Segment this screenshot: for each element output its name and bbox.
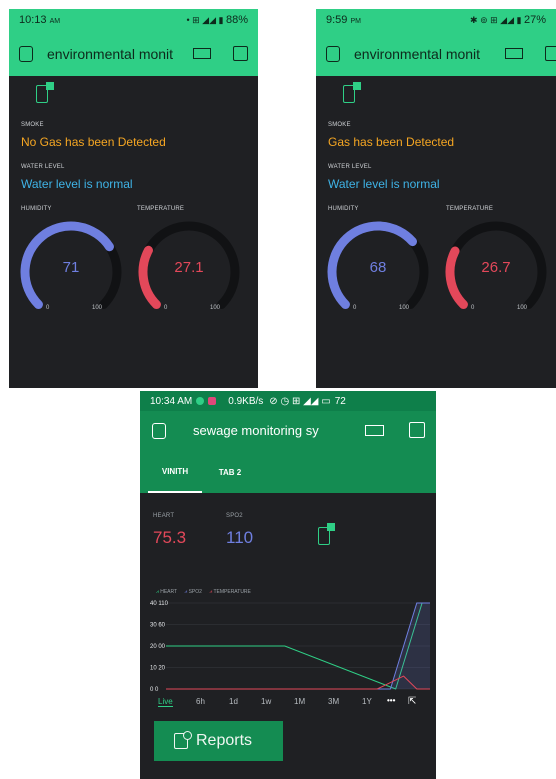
app-title: environmental monit [354, 45, 481, 62]
temperature-label: TEMPERATURE [446, 206, 494, 212]
humidity-gauge: 68 0 100 [322, 217, 434, 317]
water-level-label: WATER LEVEL [328, 164, 372, 170]
humidity-max: 100 [399, 305, 410, 311]
battery-widget-icon[interactable] [193, 48, 211, 59]
temperature-gauge: 26.7 0 100 [440, 217, 552, 317]
network-speed: 0.9KB/s [228, 395, 264, 407]
range-6h[interactable]: 6h [196, 697, 205, 706]
temperature-max: 100 [517, 305, 528, 311]
notification-badge [46, 82, 54, 90]
status-icons: • ⊞ ◢◢ ▮ 88% [186, 14, 248, 26]
humidity-value: 71 [62, 259, 80, 276]
range-live[interactable]: Live [158, 697, 173, 707]
app-bar: environmental monit [9, 31, 258, 76]
line-chart: 0 0 10 20 20 00 30 60 40 110 [150, 601, 430, 693]
battery-percent: 72 [334, 395, 346, 407]
reports-button[interactable]: Reports [154, 721, 283, 761]
status-time: 10:13 [19, 14, 47, 26]
heart-value: 75.3 [153, 528, 187, 547]
temperature-gauge: 27.1 0 100 [133, 217, 245, 317]
spo2-value: 110 [226, 528, 254, 547]
status-bar: 9:59 PM ✱ ⊚ ⊞ ◢◢ ▮ 27% [316, 9, 556, 31]
expand-icon[interactable]: ⇱ [408, 696, 416, 707]
phone-environmental-1: 10:13 AM • ⊞ ◢◢ ▮ 88% environmental moni… [9, 9, 258, 388]
temperature-label: TEMPERATURE [137, 206, 185, 212]
menu-square-icon[interactable] [545, 46, 556, 61]
smoke-label: SMOKE [328, 122, 351, 128]
instagram-icon [208, 397, 217, 405]
y-tick-label: 10 20 [150, 666, 166, 672]
range-1d[interactable]: 1d [229, 697, 238, 706]
y-tick-label: 40 110 [150, 601, 169, 607]
status-ampm: AM [49, 18, 61, 25]
water-level-label: WATER LEVEL [21, 164, 65, 170]
spo2-label: SPO2 [226, 513, 243, 519]
status-ampm: PM [350, 18, 361, 25]
smoke-label: SMOKE [21, 122, 44, 128]
humidity-gauge: 71 0 100 [15, 217, 127, 317]
humidity-min: 0 [353, 305, 357, 311]
app-title: environmental monit [47, 45, 174, 62]
tab-2[interactable]: TAB 2 [204, 451, 256, 493]
whatsapp-icon [196, 397, 205, 405]
device-icon[interactable] [326, 45, 340, 62]
menu-square-icon[interactable] [233, 46, 248, 61]
app-bar: environmental monit [316, 31, 556, 76]
status-bar: 10:34 AM 0.9KB/s ⊘ ◷ ⊞ ◢◢ ▭ 72 [140, 391, 436, 411]
temperature-max: 100 [210, 305, 221, 311]
phone-sewage: 10:34 AM 0.9KB/s ⊘ ◷ ⊞ ◢◢ ▭ 72 sewage mo… [140, 391, 436, 779]
tab-bar: VINITH TAB 2 [140, 451, 436, 493]
status-bar: 10:13 AM • ⊞ ◢◢ ▮ 88% [9, 9, 258, 31]
reports-label: Reports [196, 732, 253, 749]
reports-icon [174, 731, 192, 749]
water-level-value: Water level is normal [21, 177, 133, 191]
heart-label: HEART [153, 513, 175, 519]
humidity-min: 0 [46, 305, 50, 311]
water-level-value: Water level is normal [328, 177, 440, 191]
device-icon[interactable] [19, 45, 33, 62]
smoke-value: No Gas has been Detected [21, 135, 166, 149]
humidity-value: 68 [369, 259, 387, 276]
more-button[interactable]: ••• [387, 696, 395, 705]
status-icons: ⊘ ◷ ⊞ ◢◢ ▭ [269, 395, 331, 407]
humidity-max: 100 [92, 305, 103, 311]
y-tick-label: 30 60 [150, 623, 166, 629]
app-title: sewage monitoring sy [193, 423, 319, 438]
y-tick-label: 0 0 [150, 687, 159, 693]
battery-widget-icon[interactable] [505, 48, 523, 59]
humidity-label: HUMIDITY [21, 206, 52, 212]
temperature-value: 27.1 [174, 259, 204, 276]
notification-badge [353, 82, 361, 90]
status-time: 10:34 AM [150, 395, 193, 407]
tab-vinith[interactable]: VINITH [148, 451, 202, 493]
menu-square-icon[interactable] [409, 422, 425, 438]
humidity-label: HUMIDITY [328, 206, 359, 212]
range-3m[interactable]: 3M [328, 697, 339, 706]
notification-badge [327, 523, 335, 531]
y-tick-label: 20 00 [150, 644, 166, 650]
status-time: 9:59 [326, 14, 348, 26]
device-icon[interactable] [152, 423, 166, 439]
range-1m[interactable]: 1M [294, 697, 305, 706]
battery-percent: 27% [523, 14, 546, 26]
temperature-min: 0 [471, 305, 475, 311]
temperature-min: 0 [164, 305, 168, 311]
temperature-value: 26.7 [481, 259, 511, 276]
range-1y[interactable]: 1Y [362, 697, 372, 706]
smoke-value: Gas has been Detected [328, 135, 455, 149]
range-1w[interactable]: 1w [261, 697, 271, 706]
battery-percent: 88% [225, 14, 248, 26]
phone-environmental-2: 9:59 PM ✱ ⊚ ⊞ ◢◢ ▮ 27% environmental mon… [316, 9, 556, 388]
battery-widget-icon[interactable] [365, 425, 384, 436]
status-icons: ✱ ⊚ ⊞ ◢◢ ▮ 27% [470, 14, 546, 26]
